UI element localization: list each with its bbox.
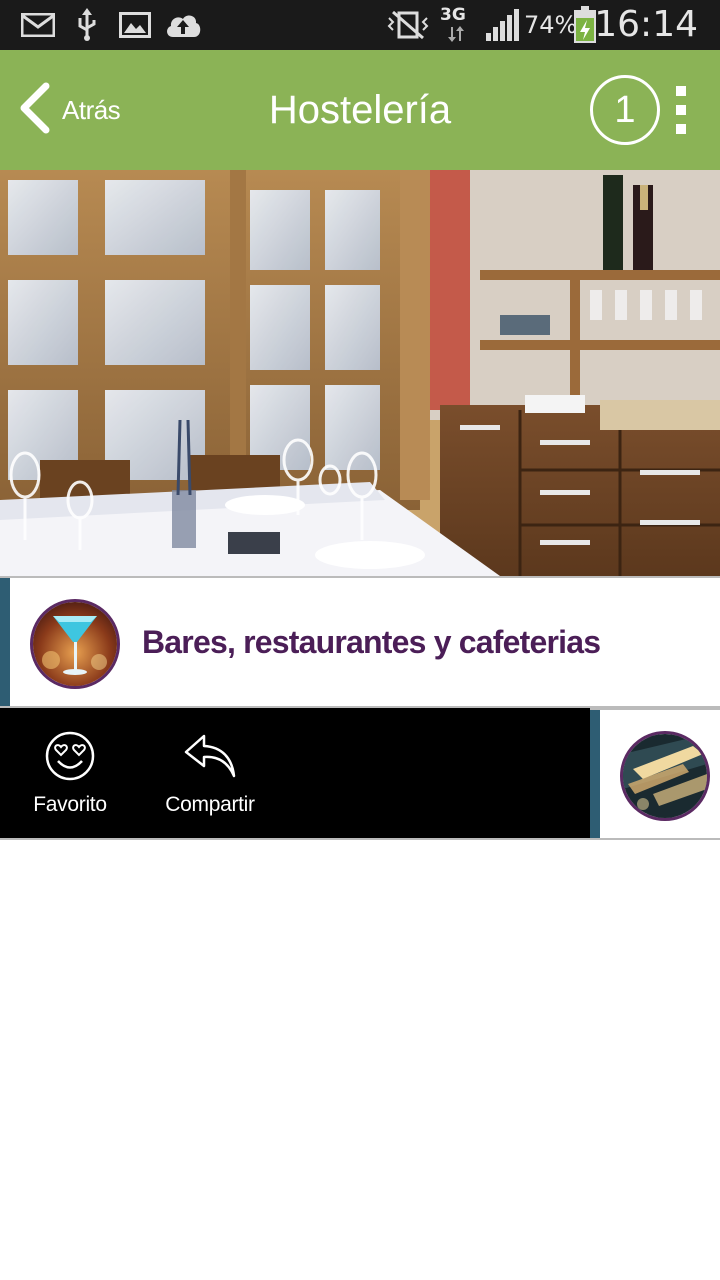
- venue-avatar: [620, 731, 710, 821]
- image-icon: [118, 0, 152, 50]
- status-bar: 3G 74% 16:14: [0, 0, 720, 50]
- menu-dot: [676, 105, 686, 115]
- vibrate-silent-icon: [386, 0, 430, 50]
- heart-eyes-smiley-icon: [44, 730, 96, 787]
- category-accent-bar: [590, 710, 600, 838]
- network-type: 3G: [440, 5, 466, 25]
- clock: 16:14: [594, 4, 698, 45]
- usb-icon: [74, 0, 100, 50]
- hero-image: [0, 170, 720, 576]
- mail-icon: [20, 0, 56, 50]
- battery-percent: 74%: [524, 11, 578, 39]
- overflow-menu-button[interactable]: [666, 80, 696, 140]
- action-bar: Favorito Compartir: [0, 708, 590, 840]
- cloud-upload-icon: [164, 0, 202, 50]
- reply-arrow-icon: [182, 730, 238, 787]
- share-label: Compartir: [165, 793, 255, 816]
- category-accent-bar: [0, 578, 10, 706]
- menu-dot: [676, 86, 686, 96]
- share-button[interactable]: Compartir: [160, 708, 260, 840]
- divider: [0, 838, 720, 840]
- chevron-left-icon: [18, 82, 50, 139]
- category-card[interactable]: Bares, restaurantes y cafeterias: [0, 576, 720, 708]
- menu-dot: [676, 124, 686, 134]
- notification-badge[interactable]: 1: [590, 75, 660, 145]
- next-category-card[interactable]: [590, 708, 720, 840]
- back-button[interactable]: Atrás: [18, 80, 121, 140]
- cocktail-avatar: [30, 599, 120, 689]
- category-title: Bares, restaurantes y cafeterias: [142, 624, 601, 660]
- favorite-button[interactable]: Favorito: [30, 708, 110, 840]
- signal-icon: [484, 0, 522, 50]
- back-label: Atrás: [62, 94, 121, 125]
- app-bar: Atrás Hostelería 1: [0, 50, 720, 170]
- data-arrows-icon: [446, 24, 466, 44]
- favorite-label: Favorito: [33, 793, 107, 816]
